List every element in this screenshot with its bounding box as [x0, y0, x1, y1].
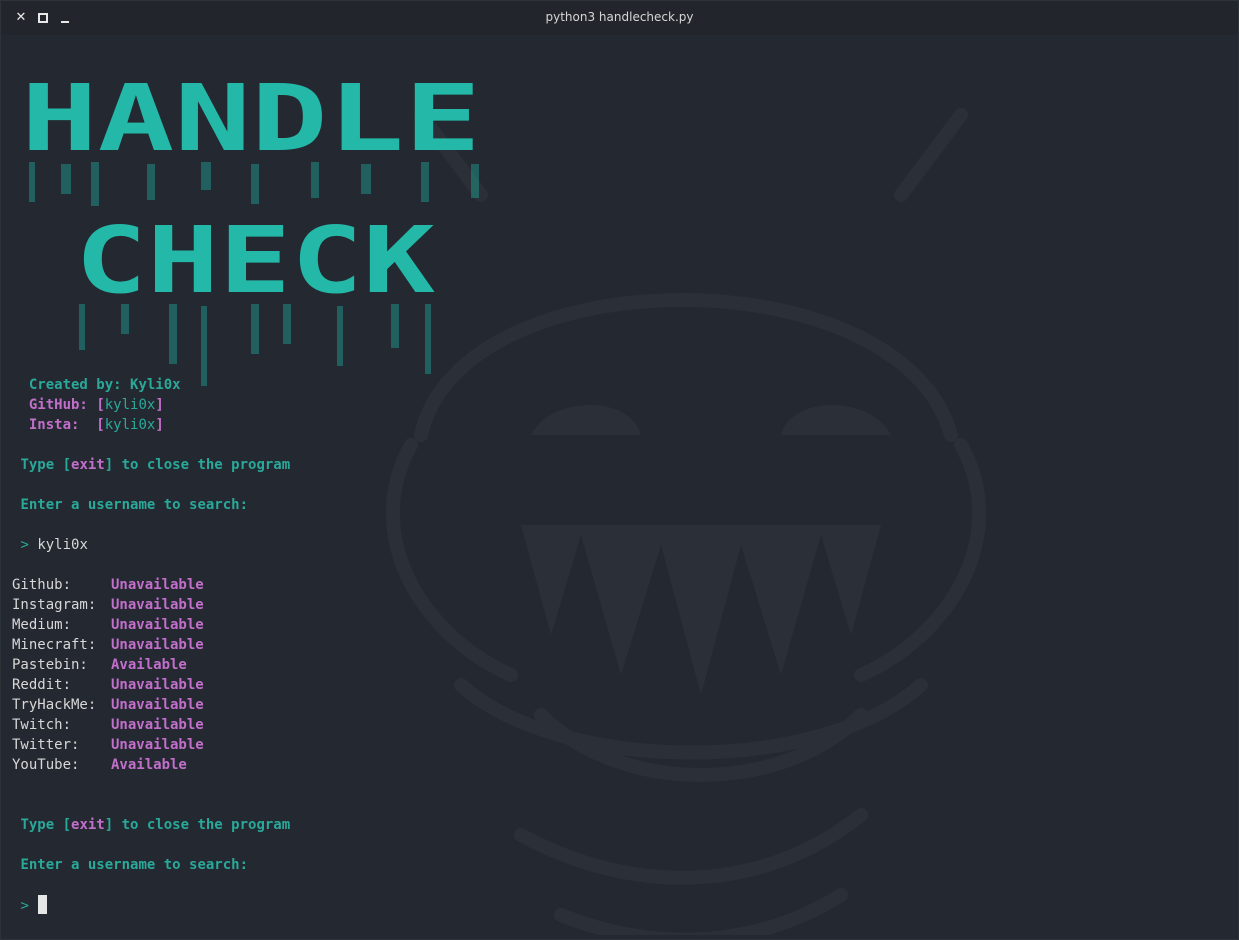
availability-status: Unavailable	[111, 617, 204, 633]
window-title: python3 handlecheck.py	[545, 10, 694, 24]
prompt-caret-2: >	[20, 898, 29, 914]
banner-line-2: CHECK	[75, 207, 436, 314]
site-name: Twitter:	[12, 737, 80, 753]
availability-status: Unavailable	[111, 597, 204, 613]
credits-github: GitHub: [kyli0x]	[28, 397, 164, 413]
result-row: Medium: Unavailable	[12, 615, 204, 635]
availability-status: Unavailable	[111, 677, 204, 693]
site-name: Twitch:	[12, 717, 72, 733]
availability-status: Unavailable	[111, 737, 204, 753]
terminal-window: ✕ python3 handlecheck.py HANDLE CHECK Cr…	[0, 0, 1239, 940]
title-bar: ✕ python3 handlecheck.py	[1, 1, 1238, 35]
site-name: Reddit:	[12, 677, 72, 693]
credits-created: Created by: Kyli0x	[28, 377, 181, 393]
github-handle: kyli0x	[104, 397, 156, 413]
availability-status: Unavailable	[111, 637, 204, 653]
result-row: Pastebin: Available	[12, 655, 187, 675]
text-cursor	[37, 895, 47, 914]
result-row: TryHackMe: Unavailable	[12, 695, 204, 715]
site-name: Medium:	[12, 617, 72, 633]
exit-keyword-2: exit	[71, 817, 105, 833]
availability-status: Unavailable	[111, 717, 204, 733]
exit-keyword: exit	[71, 457, 105, 473]
insta-handle: kyli0x	[104, 417, 156, 433]
site-name: Github:	[12, 577, 72, 593]
enter-username-prompt-2: Enter a username to search:	[20, 857, 249, 873]
site-name: Minecraft:	[12, 637, 97, 653]
availability-status: Available	[111, 757, 187, 773]
site-name: YouTube:	[12, 757, 80, 773]
availability-status: Unavailable	[111, 577, 204, 593]
result-row: Reddit: Unavailable	[12, 675, 204, 695]
prompt-caret: >	[20, 537, 29, 553]
site-name: Instagram:	[12, 597, 97, 613]
credits-insta: Insta: [kyli0x]	[28, 417, 164, 433]
site-name: Pastebin:	[12, 657, 88, 673]
entered-username: kyli0x	[37, 537, 88, 553]
result-row: Instagram: Unavailable	[12, 595, 204, 615]
result-row: Twitter: Unavailable	[12, 735, 204, 755]
result-row: Github: Unavailable	[12, 575, 204, 595]
result-row: YouTube: Available	[12, 755, 187, 775]
availability-status: Unavailable	[111, 697, 204, 713]
result-row: Twitch: Unavailable	[12, 715, 204, 735]
result-row: Minecraft: Unavailable	[12, 635, 204, 655]
author-name: Kyli0x	[130, 377, 181, 393]
exit-instruction-2: Type [exit] to close the program	[20, 817, 291, 833]
command-line-2[interactable]: >	[12, 895, 47, 916]
banner-line-1: HANDLE	[21, 65, 481, 172]
command-line: > kyli0x	[12, 535, 88, 555]
ascii-banner: HANDLE CHECK	[21, 65, 481, 386]
site-name: TryHackMe:	[12, 697, 97, 713]
availability-status: Available	[111, 657, 187, 673]
exit-instruction: Type [exit] to close the program	[20, 457, 291, 473]
terminal-area[interactable]: HANDLE CHECK Created by: Kyli0x GitHub: …	[1, 35, 1238, 939]
enter-username-prompt: Enter a username to search:	[20, 497, 249, 513]
